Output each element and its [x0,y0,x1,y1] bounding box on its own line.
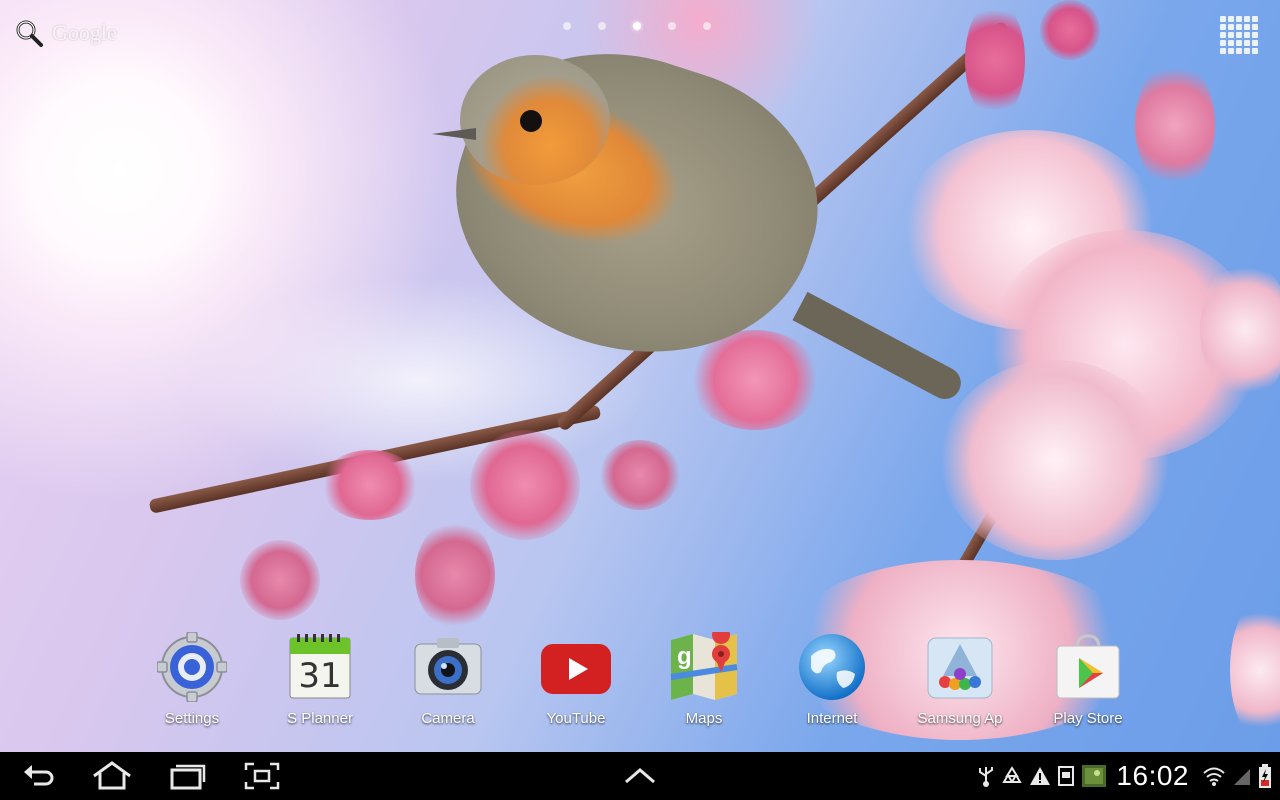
page-dot [598,22,606,30]
app-maps[interactable]: g Maps [640,626,768,727]
app-s-planner[interactable]: 31 S Planner [256,632,384,727]
recycle-icon [1001,765,1023,787]
system-navigation-bar: 16:02 [0,752,1280,800]
play-store-icon[interactable] [1053,632,1123,702]
bud [240,540,320,620]
calendar-icon[interactable]: 31 [285,632,355,702]
app-label: YouTube [546,710,606,727]
status-area[interactable]: 16:02 [974,752,1280,800]
search-icon[interactable] [14,18,44,48]
page-dot-active [633,22,641,30]
back-button[interactable] [22,760,56,792]
app-label: Play Store [1053,710,1123,727]
google-search-label[interactable]: Google [52,20,117,46]
blossom [1200,260,1280,400]
app-settings[interactable]: Settings [128,631,256,727]
bud [1135,60,1215,190]
usb-icon [977,764,995,788]
gear-icon[interactable] [156,631,228,703]
maps-icon[interactable]: g [669,626,739,702]
app-label: Settings [164,710,220,727]
warning-icon [1029,765,1051,787]
app-camera[interactable]: Camera [384,632,512,727]
clock: 16:02 [1116,760,1189,791]
app-samsung-apps[interactable]: Samsung Ap [896,632,1024,727]
screenshot-button[interactable] [244,760,280,792]
screenshot-notification-icon [1057,765,1075,787]
app-label: Maps [685,710,723,727]
svg-text:g: g [677,643,692,670]
home-button[interactable] [92,760,132,792]
app-play-store[interactable]: Play Store [1024,632,1152,727]
google-search-widget[interactable]: Google [14,18,117,48]
blossom [940,360,1170,560]
app-youtube[interactable]: YouTube [512,632,640,727]
samsung-apps-icon[interactable] [925,632,995,702]
camera-icon[interactable] [413,632,483,702]
bud [690,330,820,430]
youtube-icon[interactable] [541,632,611,702]
bud [965,0,1025,120]
app-label: S Planner [287,710,353,727]
bud [320,450,420,520]
app-drawer-icon[interactable] [1220,16,1258,54]
dock: Settings 31 S Planner Camera YouTube g M… [0,626,1280,732]
bird-eye [520,110,542,132]
app-label: Camera [421,710,475,727]
page-dot [668,22,676,30]
app-internet[interactable]: Internet [768,632,896,727]
recent-apps-button[interactable] [168,760,206,792]
wifi-icon [1202,765,1226,787]
chevron-up-icon[interactable] [622,764,658,796]
app-label: Internet [806,710,858,727]
app-label: Samsung Ap [917,710,1003,727]
signal-icon [1232,765,1252,787]
page-dot [703,22,711,30]
bud [600,440,680,510]
bud [415,520,495,630]
globe-icon[interactable] [797,632,867,702]
home-page-indicator [563,22,711,30]
bud [1040,0,1100,60]
bird-beak [432,128,476,140]
calendar-date: 31 [298,656,342,696]
bud [470,430,580,540]
battery-icon [1258,763,1272,789]
image-notification-icon [1081,764,1107,788]
page-dot [563,22,571,30]
